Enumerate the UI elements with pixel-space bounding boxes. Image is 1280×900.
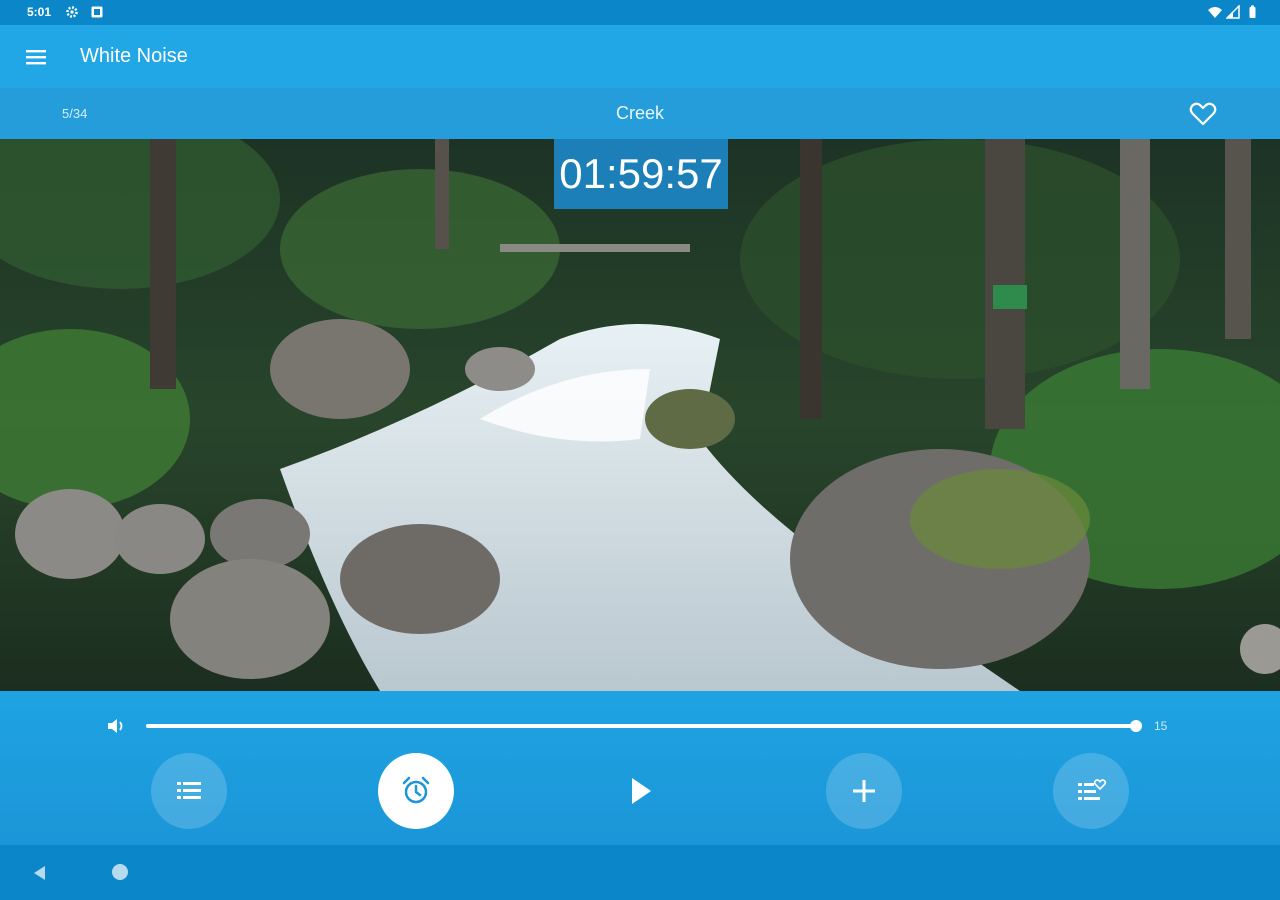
settings-icon <box>66 6 78 18</box>
speaker-icon[interactable] <box>105 715 127 737</box>
volume-thumb[interactable] <box>1130 720 1142 732</box>
app-title: White Noise <box>80 45 188 67</box>
status-bar: 5:01 <box>0 0 1280 25</box>
volume-slider[interactable] <box>146 720 1142 732</box>
sound-name: Creek <box>615 103 664 123</box>
list-icon <box>177 782 201 799</box>
alarm-clock-icon <box>402 776 430 804</box>
alarm-timer-button[interactable] <box>378 753 454 829</box>
hamburger-menu-icon[interactable] <box>18 39 54 75</box>
favorites-list-button[interactable] <box>1053 753 1129 829</box>
notification-icon <box>91 6 103 18</box>
sound-header: 5/34 Creek <box>0 88 1280 139</box>
wifi-icon <box>1208 7 1222 18</box>
status-time: 5:01 <box>27 5 52 19</box>
add-button[interactable] <box>826 753 902 829</box>
volume-fill <box>146 724 1136 728</box>
timer-display: 01:59:57 <box>554 139 728 209</box>
controls-panel: 15 <box>0 691 1280 845</box>
navigation-bar <box>0 845 1280 900</box>
list-heart-icon <box>1078 779 1107 800</box>
scene-image <box>0 139 1280 691</box>
sound-list-button[interactable] <box>151 753 227 829</box>
back-icon[interactable] <box>30 863 50 883</box>
play-button[interactable] <box>602 753 678 829</box>
battery-icon <box>1249 5 1256 18</box>
app-bar: White Noise <box>0 25 1280 88</box>
home-icon[interactable] <box>112 864 128 880</box>
plus-icon <box>853 780 875 802</box>
volume-value: 15 <box>1154 719 1168 733</box>
heart-outline-icon[interactable] <box>1186 97 1220 131</box>
signal-icon <box>1226 5 1240 19</box>
play-icon <box>632 778 651 804</box>
